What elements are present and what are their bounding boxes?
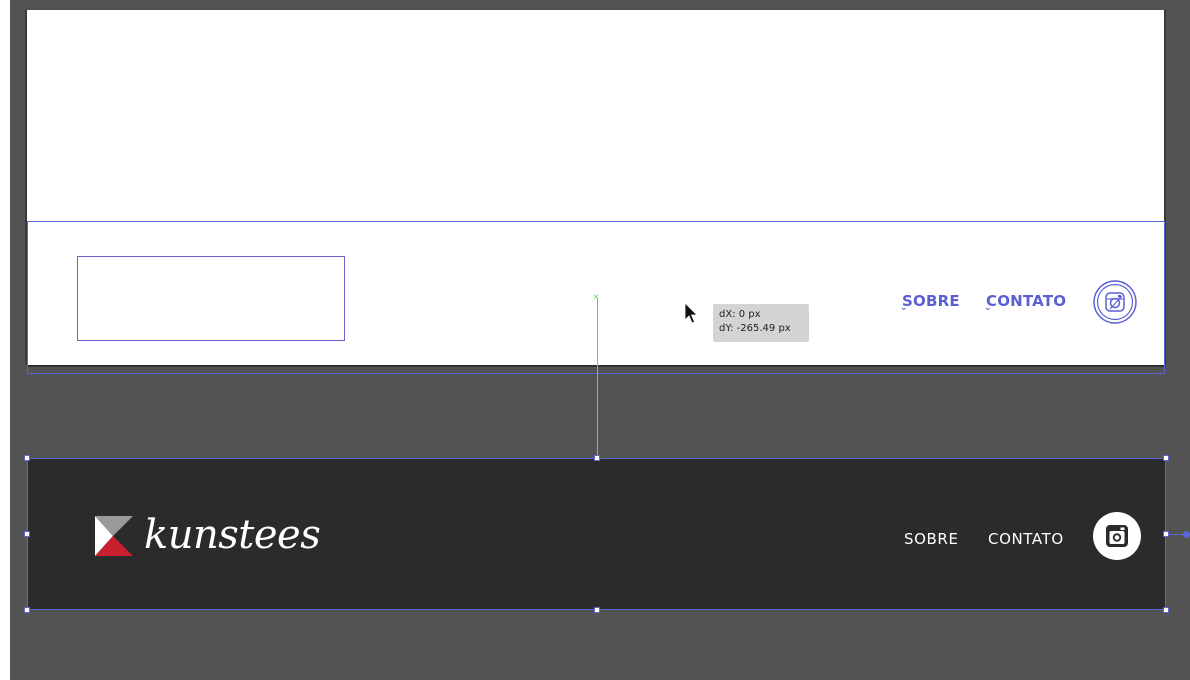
wireframe-instagram-icon[interactable] <box>1092 279 1138 325</box>
instagram-icon <box>1093 280 1137 324</box>
rotate-handle-line <box>1169 534 1184 535</box>
brand-name: kunstees <box>144 512 321 558</box>
resize-handle[interactable] <box>1163 455 1169 461</box>
resize-handle[interactable] <box>594 455 600 461</box>
resize-handle[interactable] <box>1163 607 1169 613</box>
resize-handle[interactable] <box>594 607 600 613</box>
anchor-tick-icon: ⌄ <box>984 303 992 313</box>
anchor-tick-icon: ⌄ <box>900 303 908 313</box>
measurement-tooltip: dX: 0 px dY: -265.49 px <box>713 304 809 342</box>
kunstees-logo-icon <box>95 516 133 561</box>
tooltip-dx: dX: 0 px <box>719 309 761 320</box>
resize-handle[interactable] <box>24 531 30 537</box>
rotate-handle[interactable] <box>1183 531 1190 538</box>
guide-endpoint-icon: × <box>593 292 599 303</box>
instagram-icon <box>1106 525 1128 547</box>
wireframe-nav-contato[interactable]: ⌄ CONTATO <box>984 292 1066 313</box>
resize-handle[interactable] <box>24 607 30 613</box>
wireframe-logo-placeholder[interactable] <box>77 256 345 341</box>
tooltip-dy: dY: -265.49 px <box>719 323 791 334</box>
resize-handle[interactable] <box>24 455 30 461</box>
footer-nav-contato[interactable]: CONTATO <box>988 530 1064 548</box>
arrow-cursor-icon <box>684 302 700 329</box>
wireframe-nav-sobre[interactable]: ⌄ SOBRE <box>900 292 960 313</box>
footer-nav-sobre[interactable]: SOBRE <box>904 530 959 548</box>
footer-instagram-button[interactable] <box>1093 512 1141 560</box>
